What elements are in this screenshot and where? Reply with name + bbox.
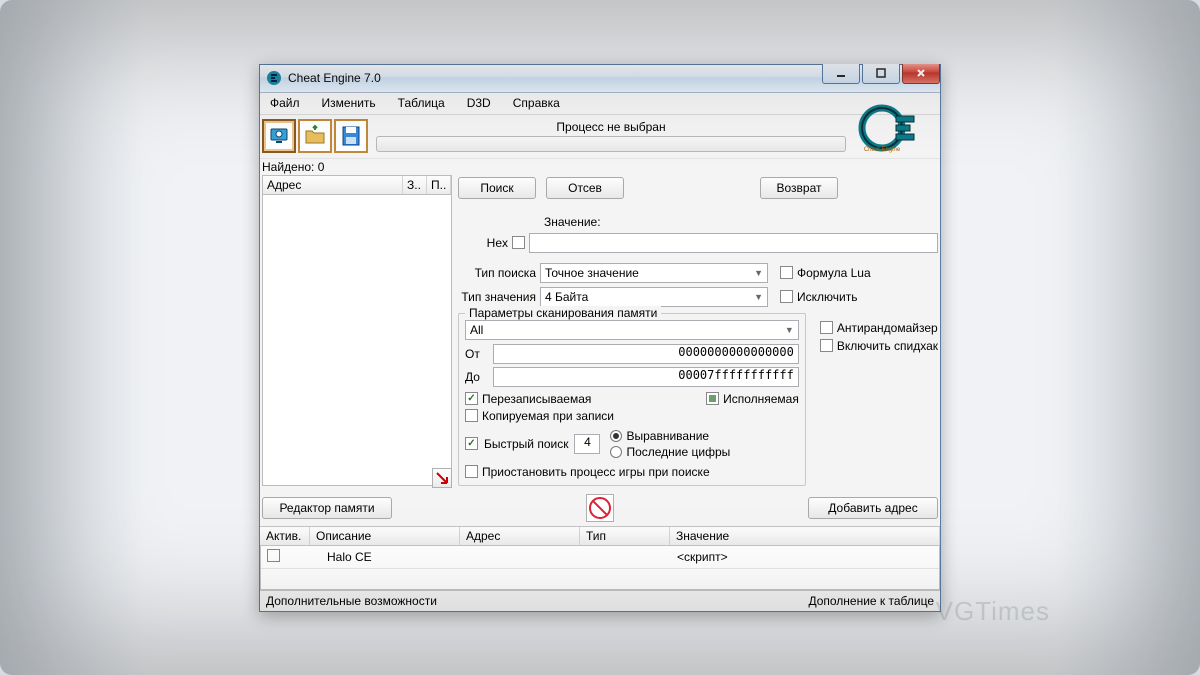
open-file-button[interactable] <box>298 119 332 153</box>
lua-formula-checkbox[interactable] <box>780 266 793 279</box>
filter-button[interactable]: Отсев <box>546 177 624 199</box>
scan-params-group-title: Параметры сканирования памяти <box>465 306 661 320</box>
pause-game-label: Приостановить процесс игры при поиске <box>482 465 710 479</box>
table-row[interactable]: Halo CE <скрипт> <box>261 546 939 569</box>
app-icon <box>266 70 282 86</box>
found-value: 0 <box>318 160 325 174</box>
value-input[interactable] <box>529 233 938 253</box>
value-type-select[interactable]: 4 Байта▼ <box>540 287 768 307</box>
value-label: Значение: <box>544 215 601 229</box>
select-process-button[interactable] <box>262 119 296 153</box>
hex-checkbox[interactable] <box>512 236 525 249</box>
scan-type-select[interactable]: Точное значение▼ <box>540 263 768 283</box>
menu-table[interactable]: Таблица <box>392 94 451 112</box>
pause-game-checkbox[interactable] <box>465 465 478 478</box>
cheat-table-header[interactable]: Актив. Описание Адрес Тип Значение <box>260 526 940 546</box>
minimize-button[interactable] <box>822 64 860 84</box>
delete-button[interactable] <box>586 494 614 522</box>
col-type[interactable]: Тип <box>580 527 670 545</box>
undo-scan-button[interactable]: Возврат <box>760 177 838 199</box>
value-type-label: Тип значения <box>458 290 536 304</box>
fast-scan-checkbox[interactable] <box>465 437 478 450</box>
results-list-header[interactable]: Адрес З.. П.. <box>262 175 452 195</box>
results-list[interactable] <box>262 195 452 486</box>
statusbar: Дополнительные возможности Дополнение к … <box>260 590 940 611</box>
col-prev-short[interactable]: П.. <box>427 176 451 194</box>
col-value[interactable]: Значение <box>670 527 940 545</box>
titlebar[interactable]: Cheat Engine 7.0 <box>260 65 940 93</box>
found-label: Найдено: <box>262 160 314 174</box>
toolbar: Процесс не выбран Cheat Engine Настройки <box>260 115 940 159</box>
watermark: VGTimes <box>936 596 1050 627</box>
row-active-checkbox[interactable] <box>267 549 280 562</box>
search-button[interactable]: Поиск <box>458 177 536 199</box>
row-description[interactable]: Halo CE <box>317 550 467 564</box>
copy-on-write-checkbox[interactable] <box>465 409 478 422</box>
speedhack-checkbox[interactable] <box>820 339 833 352</box>
svg-text:Cheat Engine: Cheat Engine <box>864 147 901 153</box>
close-button[interactable] <box>902 64 940 84</box>
menu-d3d[interactable]: D3D <box>461 94 497 112</box>
alignment-label: Выравнивание <box>626 429 709 443</box>
col-value-short[interactable]: З.. <box>403 176 427 194</box>
antirandomizer-checkbox[interactable] <box>820 321 833 334</box>
last-digits-label: Последние цифры <box>626 445 730 459</box>
speedhack-label: Включить спидхак <box>837 339 938 353</box>
add-to-table-arrow-button[interactable] <box>432 468 452 488</box>
lua-formula-label: Формула Lua <box>797 266 871 280</box>
executable-checkbox[interactable] <box>706 392 719 405</box>
memory-editor-button[interactable]: Редактор памяти <box>262 497 392 519</box>
fast-scan-label: Быстрый поиск <box>484 437 568 451</box>
menubar: Файл Изменить Таблица D3D Справка <box>260 93 940 115</box>
antirandomizer-label: Антирандомайзер <box>837 321 938 335</box>
add-address-button[interactable]: Добавить адрес <box>808 497 938 519</box>
col-description[interactable]: Описание <box>310 527 460 545</box>
found-count-line: Найдено: 0 <box>260 159 940 175</box>
exclude-checkbox[interactable] <box>780 290 793 303</box>
cheat-engine-logo-icon[interactable]: Cheat Engine <box>852 96 924 160</box>
alignment-radio[interactable] <box>610 430 622 442</box>
scan-region-select[interactable]: All▼ <box>465 320 799 340</box>
fast-scan-value-input[interactable]: 4 <box>574 434 600 454</box>
scan-type-label: Тип поиска <box>458 266 536 280</box>
cheat-table-body[interactable]: Halo CE <скрипт> <box>260 546 940 590</box>
cheat-engine-window: Cheat Engine 7.0 Файл Изменить Таблица D… <box>259 64 941 612</box>
col-active[interactable]: Актив. <box>260 527 310 545</box>
status-right[interactable]: Дополнение к таблице <box>808 594 934 608</box>
exclude-label: Исключить <box>797 290 857 304</box>
delete-icon <box>589 497 611 519</box>
copy-on-write-label: Копируемая при записи <box>482 409 614 423</box>
maximize-button[interactable] <box>862 64 900 84</box>
executable-label: Исполняемая <box>723 392 799 406</box>
menu-file[interactable]: Файл <box>264 94 306 112</box>
writable-checkbox[interactable] <box>465 392 478 405</box>
to-label: До <box>465 370 489 384</box>
from-label: От <box>465 347 489 361</box>
hex-label: Hex <box>458 236 508 250</box>
menu-edit[interactable]: Изменить <box>316 94 382 112</box>
menu-help[interactable]: Справка <box>507 94 566 112</box>
col-address-ct[interactable]: Адрес <box>460 527 580 545</box>
col-address[interactable]: Адрес <box>263 176 403 194</box>
save-button[interactable] <box>334 119 368 153</box>
from-input[interactable]: 0000000000000000 <box>493 344 799 364</box>
process-status-label: Процесс не выбран <box>376 120 846 134</box>
progress-bar <box>376 136 846 152</box>
window-title: Cheat Engine 7.0 <box>288 71 820 85</box>
status-left[interactable]: Дополнительные возможности <box>266 594 437 608</box>
to-input[interactable]: 00007fffffffffff <box>493 367 799 387</box>
writable-label: Перезаписываемая <box>482 392 591 406</box>
last-digits-radio[interactable] <box>610 446 622 458</box>
row-value[interactable]: <скрипт> <box>677 550 933 564</box>
